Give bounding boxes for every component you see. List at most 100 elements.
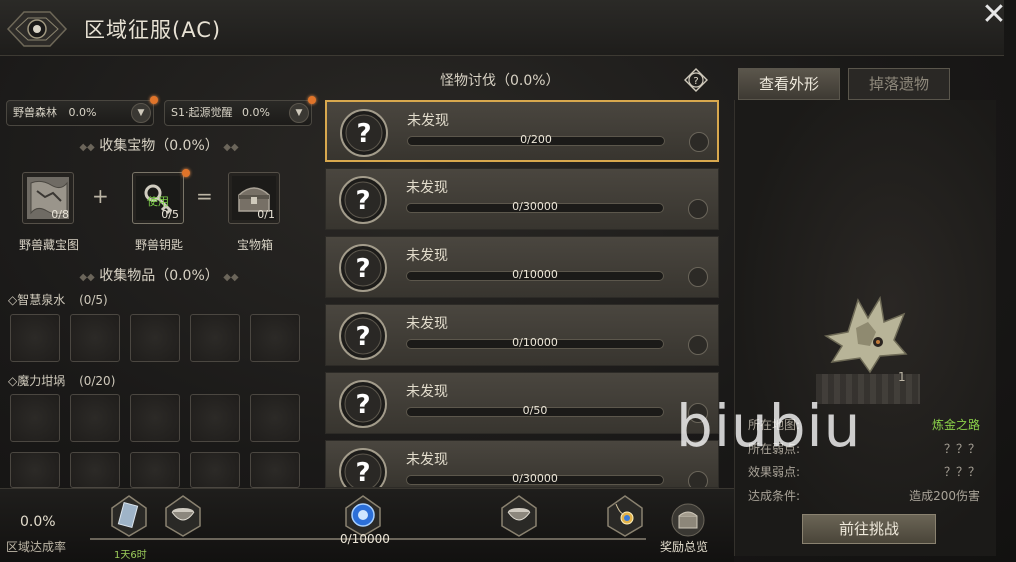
empty-item-slot[interactable] <box>130 314 180 362</box>
monster-select-radio[interactable] <box>688 335 708 355</box>
treasure-section-title: ◆◆ 收集宝物（0.0%） ◆◆ <box>64 135 254 155</box>
monster-row[interactable]: ? 未发现 0/30000 <box>325 440 719 488</box>
monster-select-radio[interactable] <box>688 267 708 287</box>
monster-name-suffix: 1 <box>898 370 906 384</box>
completion-rate-label: 区域达成率 <box>6 540 67 554</box>
info-row-condition-value: 造成200伤害 <box>909 489 980 503</box>
monster-name: 未发现 <box>406 452 448 468</box>
region-dropdown-value: 0.0% <box>68 106 97 119</box>
group-wisdom-water-name: ◇智慧泉水 <box>8 293 66 307</box>
monster-hunt-title: 怪物讨伐（0.0%） <box>440 73 560 89</box>
notification-dot-icon <box>308 96 316 104</box>
info-row-condition-label: 达成条件: <box>748 489 801 503</box>
reward-overview-label[interactable]: 奖励总览 <box>660 538 708 555</box>
group-mana-crucible-name: ◇魔力坩埚 <box>8 374 66 388</box>
group-wisdom-water: ◇智慧泉水 (0/5) <box>8 291 108 308</box>
watermark-logo: biubiu <box>676 392 862 460</box>
chevron-down-icon: ▼ <box>289 103 309 123</box>
svg-text:?: ? <box>356 119 371 149</box>
empty-item-slot[interactable] <box>250 314 300 362</box>
info-row-weakness-value: ？？？ <box>943 442 980 456</box>
svg-text:?: ? <box>355 322 370 352</box>
svg-text:?: ? <box>355 186 370 216</box>
season-dropdown-value: 0.0% <box>241 106 270 119</box>
monster-name: 未发现 <box>406 316 448 332</box>
window-title: 区域征服(AC) <box>84 18 222 42</box>
reward-amulet-icon[interactable] <box>606 494 644 538</box>
reward-bowl-icon[interactable] <box>500 494 538 538</box>
empty-item-slot[interactable] <box>190 452 240 488</box>
monster-row[interactable]: ? 未发现 0/10000 <box>325 236 719 298</box>
title-bar: 区域征服(AC) <box>0 0 1004 56</box>
group-mana-crucible-progress: (0/20) <box>79 374 116 388</box>
empty-item-slot[interactable] <box>70 452 120 488</box>
empty-item-slot[interactable] <box>10 452 60 488</box>
use-badge: 使用 <box>147 195 169 208</box>
unknown-monster-icon: ? <box>339 380 387 428</box>
empty-item-slot[interactable] <box>10 394 60 442</box>
ornament-icon: ◆◆ <box>223 272 239 283</box>
monster-progress-text: 0/30000 <box>512 472 558 485</box>
reward-card-icon[interactable] <box>110 494 148 538</box>
treasure-section-title-text: 收集宝物（0.0%） <box>99 138 219 154</box>
monster-name: 未发现 <box>406 248 448 264</box>
monster-select-radio[interactable] <box>688 199 708 219</box>
group-mana-crucible: ◇魔力坩埚 (0/20) <box>8 372 115 389</box>
info-row-map-value: 炼金之路 <box>931 418 980 432</box>
notification-dot-icon <box>182 169 190 177</box>
close-button[interactable]: ✕ <box>976 0 1012 30</box>
region-dropdown-label: 野兽森林 <box>13 106 57 119</box>
svg-text:?: ? <box>355 254 370 284</box>
monster-row[interactable]: ? 未发现 0/50 <box>325 372 719 434</box>
monster-progress-text: 0/50 <box>522 404 548 417</box>
empty-item-slot[interactable] <box>130 394 180 442</box>
empty-item-slot[interactable] <box>190 394 240 442</box>
beast-key-slot[interactable]: 使用 0/5 <box>132 172 184 224</box>
empty-item-slot[interactable] <box>70 314 120 362</box>
treasure-map-slot[interactable]: 0/8 <box>22 172 74 224</box>
go-challenge-button[interactable]: 前往挑战 <box>802 514 936 544</box>
empty-item-slot[interactable] <box>190 314 240 362</box>
game-window: 区域征服(AC) ✕ 野兽森林 0.0% ▼ S1·起源觉醒 0.0% ▼ ◆◆… <box>0 0 1016 562</box>
monster-progress-text: 0/30000 <box>512 200 558 213</box>
monster-row[interactable]: ? 未发现 0/10000 <box>325 304 719 366</box>
region-dropdown[interactable]: 野兽森林 0.0% ▼ <box>6 100 154 126</box>
empty-item-slot[interactable] <box>70 394 120 442</box>
info-row-effect-label: 效果弱点: <box>748 465 801 479</box>
info-row-effect-value: ？？？ <box>943 465 980 479</box>
empty-item-slot[interactable] <box>130 452 180 488</box>
monster-select-radio[interactable] <box>689 132 709 152</box>
unknown-monster-icon: ? <box>339 176 387 224</box>
reward-bowl-icon[interactable] <box>164 494 202 538</box>
treasure-map-label: 野兽藏宝图 <box>18 238 79 252</box>
question-circle-icon[interactable]: ? <box>684 68 708 92</box>
items-section-title-text: 收集物品（0.0%） <box>99 268 219 284</box>
season-dropdown-label: S1·起源觉醒 <box>171 106 233 119</box>
empty-item-slot[interactable] <box>10 314 60 362</box>
plus-icon: + <box>92 184 109 208</box>
tab-view-appearance[interactable]: 查看外形 <box>738 68 840 100</box>
monster-select-radio[interactable] <box>688 471 708 487</box>
group-wisdom-water-progress: (0/5) <box>79 293 108 307</box>
chevron-down-icon: ▼ <box>131 103 151 123</box>
svg-text:?: ? <box>355 390 370 420</box>
reward-overview-chest-icon[interactable] <box>668 502 708 538</box>
treasure-chest-slot[interactable]: 0/1 <box>228 172 280 224</box>
beast-key-count: 0/5 <box>161 208 179 221</box>
monster-name: 未发现 <box>407 113 449 129</box>
treasure-chest-label: 宝物箱 <box>236 238 273 252</box>
info-row-condition: 达成条件: 造成200伤害 <box>748 487 980 504</box>
empty-item-slot[interactable] <box>250 452 300 488</box>
season-dropdown[interactable]: S1·起源觉醒 0.0% ▼ <box>164 100 312 126</box>
tab-drop-relics[interactable]: 掉落遗物 <box>848 68 950 100</box>
monster-model-icon <box>823 295 908 374</box>
svg-text:?: ? <box>355 458 370 488</box>
treasure-map-count: 0/8 <box>51 208 69 221</box>
unknown-monster-icon: ? <box>339 448 387 488</box>
empty-item-slot[interactable] <box>250 394 300 442</box>
monster-row[interactable]: ? 未发现 0/200 <box>325 100 719 162</box>
items-section-title: ◆◆ 收集物品（0.0%） ◆◆ <box>64 265 254 285</box>
reward-time-label: 1天6时 <box>114 550 147 561</box>
info-row-effect: 效果弱点: ？？？ <box>748 463 980 480</box>
monster-row[interactable]: ? 未发现 0/30000 <box>325 168 719 230</box>
